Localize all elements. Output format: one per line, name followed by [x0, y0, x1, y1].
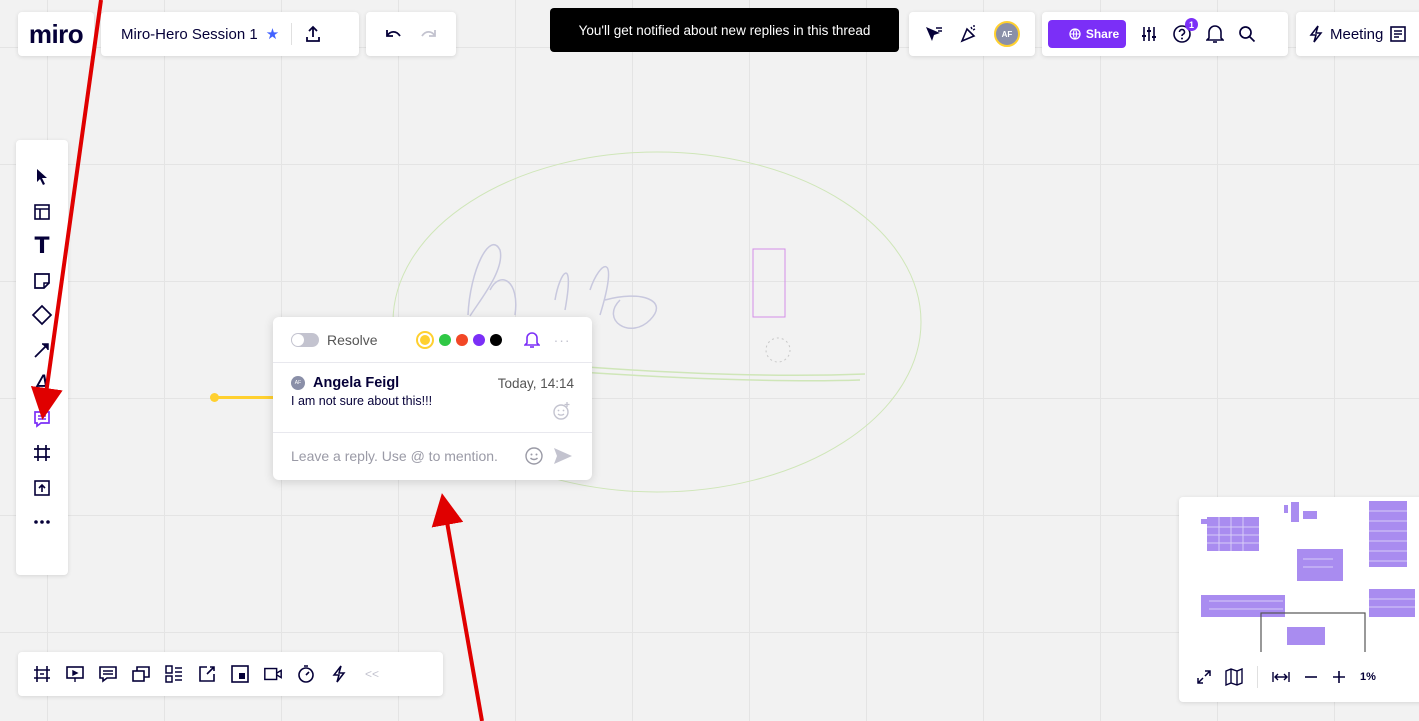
color-swatch[interactable]: [489, 333, 502, 346]
help-badge: 1: [1185, 18, 1198, 31]
meeting-panel[interactable]: Meeting: [1296, 12, 1419, 56]
celebrate-icon[interactable]: [959, 24, 979, 44]
lightning-icon: [1308, 25, 1324, 43]
drawn-exclamation-bar: [752, 248, 786, 318]
bell-icon[interactable]: [523, 331, 540, 349]
undo-icon[interactable]: [384, 27, 402, 41]
undo-redo-panel: [366, 12, 456, 56]
sticky-note-icon[interactable]: [22, 264, 62, 299]
timer-icon[interactable]: [296, 664, 316, 684]
send-icon[interactable]: [552, 446, 574, 466]
connection-line-icon[interactable]: [22, 333, 62, 368]
lightning-icon[interactable]: [329, 664, 349, 684]
resolve-toggle[interactable]: [291, 332, 319, 347]
comment-icon[interactable]: [22, 402, 62, 437]
help-icon[interactable]: 1: [1172, 18, 1198, 44]
kanban-icon[interactable]: [164, 664, 184, 684]
globe-icon: [1069, 28, 1081, 40]
notes-icon[interactable]: [1389, 25, 1407, 43]
settings-sliders-icon[interactable]: [1140, 25, 1158, 43]
cards-icon[interactable]: [131, 664, 151, 684]
header-tools-panel: Share 1: [1042, 12, 1288, 56]
comment-thread-card: Resolve ··· AF Angela Feigl Today, 14:14…: [273, 317, 592, 480]
reply-input[interactable]: [291, 448, 510, 464]
expand-icon[interactable]: [1197, 670, 1211, 684]
toast-message: You'll get notified about new replies in…: [578, 22, 871, 38]
text-tool-glyph: T: [34, 233, 50, 259]
left-toolbar: T A: [16, 140, 68, 575]
reply-row: [273, 433, 592, 479]
comment-body: AF Angela Feigl Today, 14:14 I am not su…: [273, 363, 592, 433]
collapse-toolbar-icon[interactable]: <<: [362, 664, 382, 684]
minimap-overview: [1201, 501, 1415, 659]
upload-icon[interactable]: [22, 471, 62, 506]
comment-timestamp: Today, 14:14: [497, 375, 574, 391]
comments-list-icon[interactable]: [98, 664, 118, 684]
zoom-level[interactable]: 1%: [1360, 671, 1376, 683]
comment-color-picker: [415, 330, 502, 349]
bottom-toolbar: <<: [18, 652, 443, 696]
user-avatar[interactable]: AF: [994, 21, 1020, 47]
pen-icon[interactable]: A: [22, 367, 62, 402]
export-icon[interactable]: [304, 25, 322, 43]
drawn-hello-text: [467, 243, 658, 330]
map-icon[interactable]: [1225, 668, 1243, 686]
comment-author: Angela Feigl: [313, 375, 400, 391]
comment-header: Resolve ···: [273, 317, 592, 363]
divider: [1257, 666, 1258, 688]
resolve-label: Resolve: [327, 331, 378, 348]
miro-logo[interactable]: miro: [29, 19, 84, 50]
frames-icon[interactable]: [32, 664, 52, 684]
logo-panel[interactable]: miro: [18, 12, 94, 56]
board-title[interactable]: Miro-Hero Session 1: [121, 26, 258, 43]
frame-icon[interactable]: [22, 436, 62, 471]
cursor-filter-icon[interactable]: [924, 25, 944, 43]
select-icon[interactable]: [22, 160, 62, 195]
add-reaction-icon[interactable]: [552, 401, 572, 421]
zoom-in-icon[interactable]: [1332, 670, 1346, 684]
color-swatch[interactable]: [415, 330, 434, 349]
collaboration-panel: AF: [909, 12, 1035, 56]
fit-to-screen-icon[interactable]: [1272, 670, 1290, 684]
presentation-icon[interactable]: [65, 664, 85, 684]
search-icon[interactable]: [1238, 25, 1256, 43]
emoji-icon[interactable]: [524, 446, 544, 466]
bell-icon[interactable]: [1206, 24, 1224, 44]
star-icon[interactable]: ★: [266, 25, 279, 43]
notification-toast: You'll get notified about new replies in…: [550, 8, 899, 52]
more-tools-icon[interactable]: [22, 505, 62, 540]
drawn-exclamation-dot: [765, 337, 791, 363]
comment-author-row: AF Angela Feigl Today, 14:14: [291, 375, 574, 391]
redo-icon[interactable]: [420, 27, 438, 41]
zoom-out-icon[interactable]: [1304, 670, 1318, 684]
board-title-panel: Miro-Hero Session 1 ★: [101, 12, 359, 56]
color-swatch[interactable]: [455, 333, 468, 346]
sticky-pack-icon[interactable]: [230, 664, 250, 684]
drawn-underline: [559, 364, 866, 382]
more-options-icon[interactable]: ···: [554, 332, 571, 348]
templates-icon[interactable]: [22, 195, 62, 230]
avatar: AF: [291, 376, 305, 390]
comment-connector: [214, 396, 274, 399]
embed-icon[interactable]: [197, 664, 217, 684]
minimap-controls: 1%: [1179, 652, 1419, 702]
meeting-label: Meeting: [1330, 25, 1384, 43]
share-button[interactable]: Share: [1048, 20, 1126, 48]
color-swatch[interactable]: [438, 333, 451, 346]
shape-icon[interactable]: [22, 298, 62, 333]
text-icon[interactable]: T: [22, 229, 62, 264]
minimap[interactable]: 1%: [1179, 497, 1419, 702]
comment-text: I am not sure about this!!!: [291, 394, 433, 408]
color-swatch[interactable]: [472, 333, 485, 346]
video-icon[interactable]: [263, 664, 283, 684]
comment-anchor-dot[interactable]: [210, 393, 219, 402]
share-label: Share: [1085, 27, 1120, 41]
divider: [291, 23, 293, 45]
pen-tool-glyph: A: [34, 371, 50, 397]
annotation-arrow-to-comment-card: [431, 493, 484, 721]
